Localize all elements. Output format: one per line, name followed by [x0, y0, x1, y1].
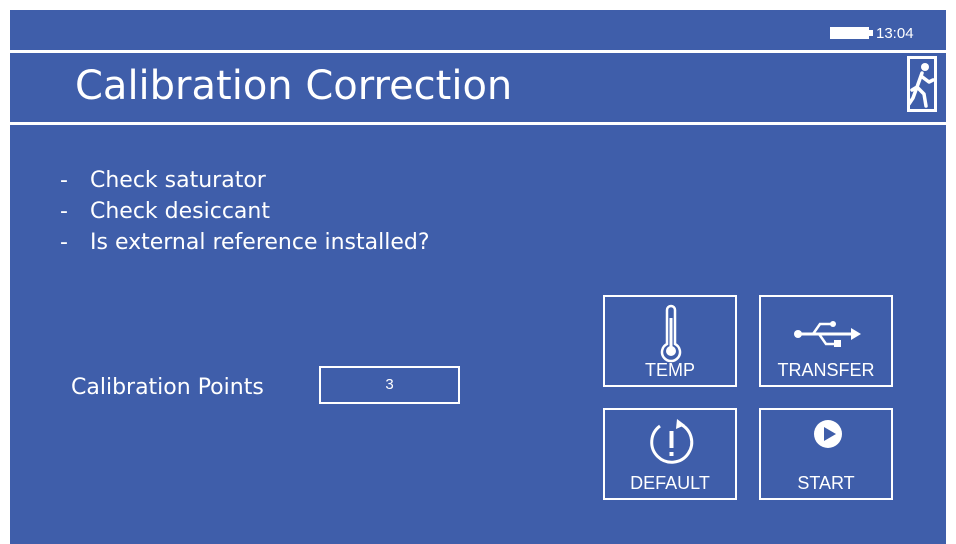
exit-button[interactable] — [904, 54, 940, 114]
bullet-dash: - — [60, 230, 68, 255]
checklist-text: Is external reference installed? — [90, 230, 430, 255]
bullet-dash: - — [60, 168, 68, 193]
checklist: - Check saturator - Check desiccant - Is ex… — [60, 165, 430, 258]
checklist-item: - Check desiccant — [60, 196, 430, 227]
battery-tip — [869, 30, 873, 36]
calibration-points-field[interactable]: 3 — [319, 366, 460, 404]
reset-alert-icon — [650, 419, 694, 464]
thermometer-icon — [660, 304, 682, 363]
start-button-label: START — [797, 473, 855, 493]
transfer-button[interactable]: TRANSFER — [759, 295, 893, 387]
usb-icon — [794, 321, 861, 347]
checklist-text: Check desiccant — [90, 199, 270, 224]
battery-full-icon — [830, 27, 869, 39]
calibration-points-label: Calibration Points — [71, 375, 264, 400]
app-screen: 13:04 Calibration Correction - Check satu… — [10, 10, 946, 544]
clock: 13:04 — [876, 25, 914, 42]
temp-button[interactable]: TEMP — [603, 295, 737, 387]
header-divider-bottom — [10, 122, 946, 125]
temp-button-label: TEMP — [644, 360, 695, 380]
page-title: Calibration Correction — [75, 63, 513, 109]
default-button-label: DEFAULT — [630, 473, 710, 493]
status-bar: 13:04 — [10, 10, 946, 52]
exit-running-man-icon — [907, 56, 937, 112]
checklist-item: - Is external reference installed? — [60, 227, 430, 258]
checklist-text: Check saturator — [90, 168, 266, 193]
default-button[interactable]: DEFAULT — [603, 408, 737, 500]
play-icon — [814, 420, 842, 448]
transfer-button-label: TRANSFER — [777, 360, 875, 380]
checklist-item: - Check saturator — [60, 165, 430, 196]
header-divider-top — [10, 50, 946, 53]
start-button[interactable]: START — [759, 408, 893, 500]
bullet-dash: - — [60, 199, 68, 224]
